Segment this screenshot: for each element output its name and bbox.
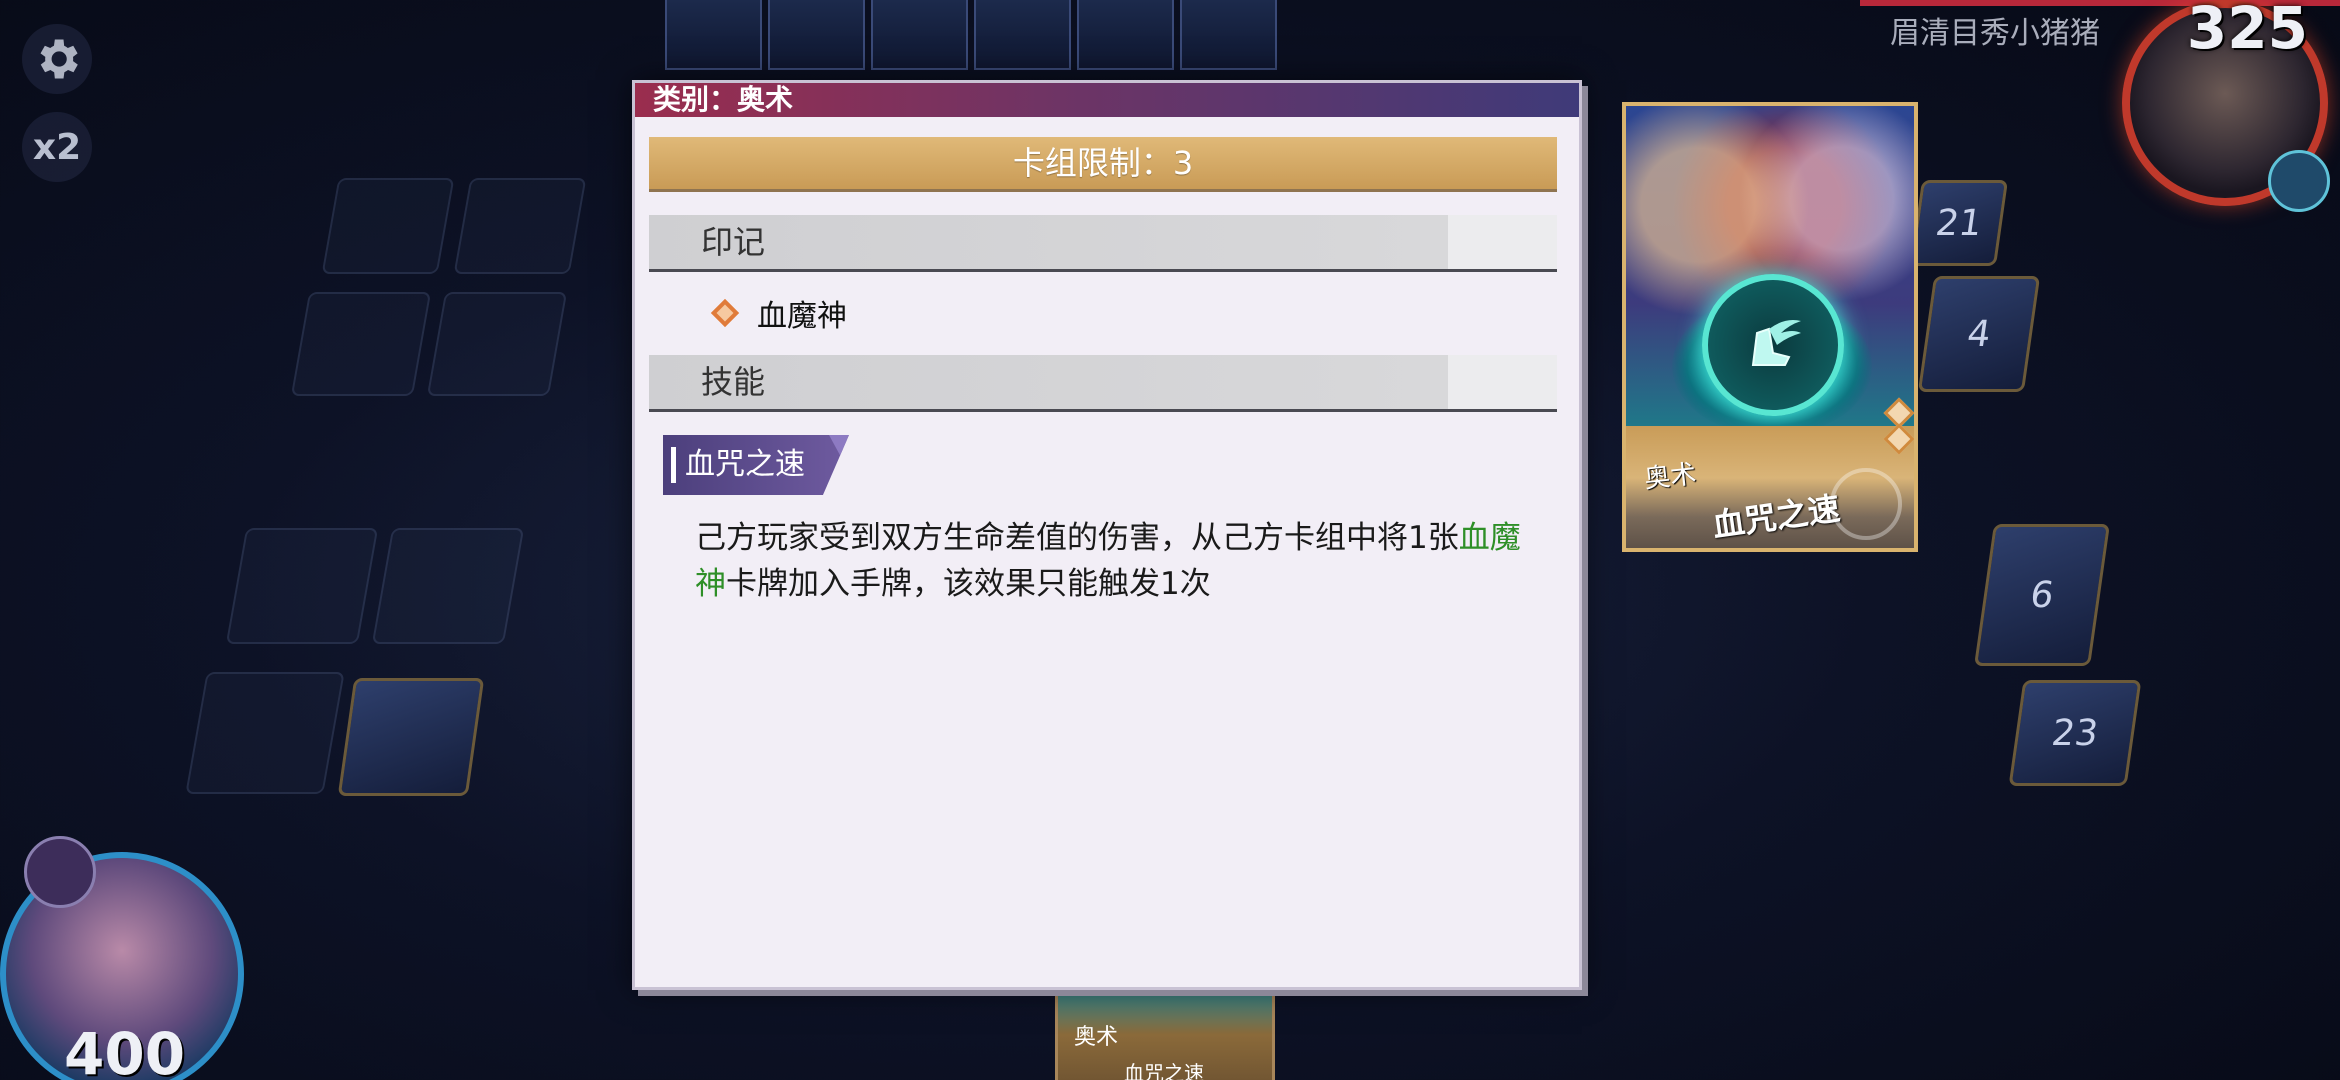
settings-button[interactable] [22, 24, 92, 94]
deck-card-back [1180, 0, 1277, 70]
seal-diamond-icon [710, 298, 740, 328]
board-slot [453, 178, 587, 274]
deck-card-back [1077, 0, 1174, 70]
hand-card-type: 奥术 [1074, 1025, 1119, 1050]
hand-card-name: 血咒之速 [1124, 1061, 1204, 1080]
skill-desc-part2: 卡牌加入手牌，该效果只能触发1次 [726, 566, 1211, 602]
board-slot [426, 292, 568, 396]
board-slot [290, 292, 432, 396]
right-stack-count: 21 [1933, 202, 1985, 244]
mark-row: 血魔神 [710, 291, 847, 335]
right-stack-card[interactable]: 4 [1917, 276, 2041, 392]
skill-section-header: 技能 [649, 355, 1557, 409]
card-detail-panel: 类别：奥术 卡组限制：3 印记 血魔神 技能 血咒之速 己方玩家受到双方生命差值… [632, 80, 1582, 990]
player-hp: 400 [64, 1020, 186, 1080]
card-emblem [1702, 274, 1844, 416]
speed-label: x2 [32, 126, 82, 168]
deck-card-back [768, 0, 865, 70]
right-stack-count: 6 [2027, 574, 2057, 616]
right-stack-count: 4 [1964, 313, 1994, 355]
deck-card-back [871, 0, 968, 70]
right-stack-card[interactable]: 23 [2008, 680, 2142, 786]
board-slot [321, 178, 455, 274]
skill-desc-part1: 己方玩家受到双方生命差值的伤害，从己方卡组中将1张 [695, 520, 1459, 556]
speed-toggle-button[interactable]: x2 [22, 112, 92, 182]
board-slot [185, 672, 345, 794]
top-deck-row [665, 0, 1277, 70]
mark-name: 血魔神 [757, 299, 847, 334]
skill-name: 血咒之速 [685, 447, 805, 482]
right-stack-card[interactable]: 6 [1974, 524, 2110, 666]
deck-card-back [974, 0, 1071, 70]
card-seal-icon [1830, 468, 1902, 540]
skill-description: 己方玩家受到双方生命差值的伤害，从己方卡组中将1张血魔神卡牌加入手牌，该效果只能… [695, 515, 1535, 607]
opponent-hp: 325 [2186, 0, 2308, 62]
card-preview[interactable]: 奥术 血咒之速 [1622, 102, 1918, 552]
opponent-name: 眉清目秀小猪猪 [1890, 16, 2100, 51]
right-stack-card[interactable]: 21 [1909, 180, 2009, 266]
mark-section-header: 印记 [649, 215, 1557, 269]
deck-card-back [665, 0, 762, 70]
board-field-card[interactable] [337, 678, 485, 796]
board-slot [225, 528, 379, 644]
board-slot [371, 528, 525, 644]
category-header: 类别：奥术 [635, 83, 1579, 117]
player-badge-icon[interactable] [24, 836, 96, 908]
opponent-element-icon [2268, 150, 2330, 212]
right-stack-count: 23 [2049, 712, 2101, 754]
gear-icon [40, 39, 78, 79]
hand-card[interactable]: 奥术 血咒之速 [1055, 982, 1275, 1080]
deck-limit-bar: 卡组限制：3 [649, 137, 1557, 189]
card-type-label: 奥术 [1642, 459, 1698, 495]
skill-name-tag: 血咒之速 [663, 435, 849, 495]
winged-boot-icon [1751, 320, 1801, 366]
